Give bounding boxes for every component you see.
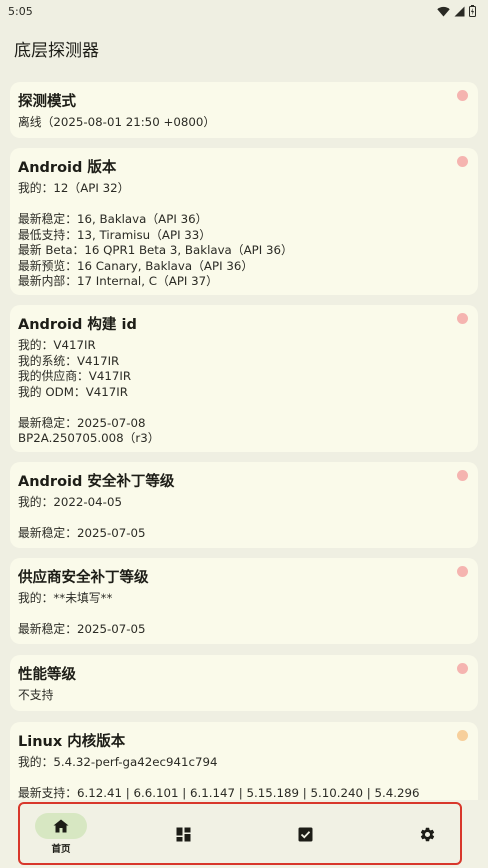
card-line: 不支持 — [18, 688, 54, 702]
card-line: 我的：5.4.32-perf-ga42ec941c794 — [18, 755, 218, 769]
info-card[interactable]: Linux 内核版本 我的：5.4.32-perf-ga42ec941c794 最新… — [10, 722, 478, 812]
card-title: Android 版本 — [18, 160, 117, 176]
card-spacer — [18, 197, 470, 213]
card-spacer — [18, 511, 470, 527]
card-title: 性能等级 — [18, 667, 76, 683]
status-dot — [457, 663, 468, 674]
signal-icon — [454, 6, 465, 16]
card-title: Android 安全补丁等级 — [18, 474, 175, 490]
wifi-icon — [437, 6, 450, 16]
info-card[interactable]: 探测模式离线（2025-08-01 21:50 +0800） — [10, 82, 478, 138]
battery-icon — [469, 5, 476, 17]
card-line: 我的：12（API 32） — [18, 181, 130, 195]
card-line: 我的系统：V417IR — [18, 353, 120, 368]
status-dot — [457, 566, 468, 577]
card-line: 最新预览：16 Canary, Baklava（API 36） — [18, 258, 254, 273]
home-icon — [53, 819, 69, 833]
card-line: 我的：2022-04-05 — [18, 495, 122, 509]
card-line: BP2A.250705.008（r3） — [18, 431, 160, 445]
card-line: 最新稳定：2025-07-08 — [18, 415, 146, 430]
card-spacer — [18, 400, 470, 416]
checkbox-icon — [298, 827, 312, 841]
card-line: 最低支持：13, Tiramisu（API 33） — [18, 227, 212, 242]
nav-home[interactable]: 首页 — [16, 806, 106, 862]
card-line: 最新稳定：16, Baklava（API 36） — [18, 212, 208, 226]
status-time: 5:05 — [8, 4, 33, 18]
card-line: 我的 ODM：V417IR — [18, 384, 128, 399]
card-line: 我的：V417IR — [18, 338, 96, 352]
app-title: 底层探测器 — [14, 41, 99, 61]
card-line: 最新 Beta：16 QPR1 Beta 3, Baklava（API 36） — [18, 243, 293, 257]
nav-settings-indicator — [401, 821, 453, 847]
nav-settings[interactable] — [382, 806, 472, 862]
card-title: 供应商安全补丁等级 — [18, 570, 149, 586]
status-dot — [457, 313, 468, 324]
card-spacer — [18, 607, 470, 623]
card-line: 最新稳定：2025-07-05 — [18, 622, 146, 636]
card-line: 离线（2025-08-01 21:50 +0800） — [18, 115, 216, 129]
info-card[interactable]: Android 版本 我的：12（API 32） 最新稳定：16, Baklava（… — [10, 148, 478, 295]
gear-icon — [420, 827, 434, 841]
card-spacer — [18, 771, 470, 787]
status-dot — [457, 730, 468, 741]
card-line: 最新稳定：2025-07-05 — [18, 526, 146, 540]
info-card[interactable]: 性能等级 不支持 — [10, 655, 478, 711]
info-card[interactable]: Android 安全补丁等级 我的：2022-04-05 最新稳定：2025-07-… — [10, 462, 478, 548]
bottom-nav: 首页 — [0, 800, 488, 868]
status-icons — [437, 5, 476, 17]
nav-dashboard[interactable] — [138, 806, 228, 862]
status-dot — [457, 156, 468, 167]
nav-checklist[interactable] — [260, 806, 350, 862]
nav-checklist-indicator — [279, 821, 331, 847]
info-card[interactable]: 供应商安全补丁等级 我的：**未填写** 最新稳定：2025-07-05 — [10, 558, 478, 644]
card-line: 我的供应商：V417IR — [18, 369, 132, 383]
nav-home-label: 首页 — [51, 844, 71, 855]
dashboard-icon — [176, 827, 190, 841]
nav-dashboard-indicator — [157, 821, 209, 847]
info-card[interactable]: Android 构建 id 我的：V417IR 我的系统：V417IR 我的供应商：V… — [10, 305, 478, 452]
status-bar: 5:05 — [0, 0, 488, 22]
card-line: 最新内部：17 Internal, C（API 37） — [18, 274, 218, 288]
card-line: 我的：**未填写** — [18, 591, 113, 605]
nav-home-indicator — [35, 813, 87, 839]
status-dot — [457, 90, 468, 101]
card-title: 探测模式 — [18, 94, 76, 110]
status-dot — [457, 470, 468, 481]
card-title: Android 构建 id — [18, 317, 137, 333]
card-title: Linux 内核版本 — [18, 734, 126, 750]
